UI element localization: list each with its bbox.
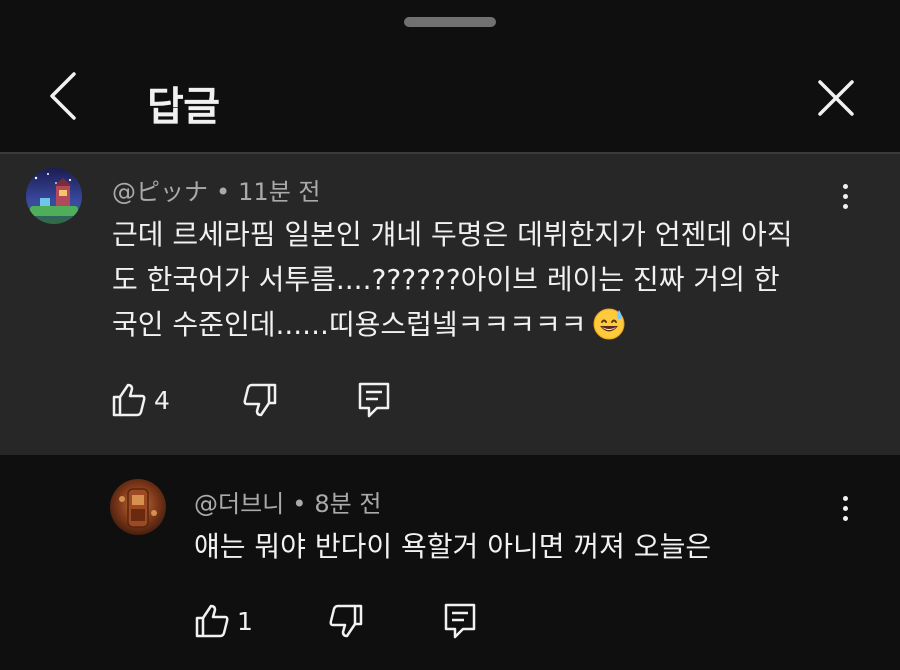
replies-sheet: 답글 @ピッナ • 11분 전 근데 르세라핌 일본인 걔네 두명은 데뷔한지가… (0, 0, 900, 670)
reply-avatar[interactable] (110, 479, 166, 535)
thumbs-up-icon (112, 383, 146, 417)
grinning-face-with-sweat-emoji (593, 308, 625, 340)
avatar[interactable] (26, 168, 82, 224)
comment-time: 11분 전 (238, 178, 321, 206)
comment-line: 근데 르세라핌 일본인 걔네 두명은 데뷔한지가 언젠데 아직 (112, 218, 793, 251)
avatar-image (110, 479, 166, 535)
reply-time: 8분 전 (314, 490, 382, 518)
reply-comment-icon (444, 603, 476, 639)
comment-line: 도 한국어가 서투름....??????아이브 레이는 진짜 거의 한 (112, 263, 780, 296)
reply-reply-button[interactable] (443, 602, 477, 640)
reply-actions: 1 (193, 599, 477, 643)
close-button[interactable] (808, 70, 864, 126)
more-dot (842, 495, 848, 501)
replies-header: 답글 (0, 50, 900, 150)
comment-line-with-emoji: 국인 수준인데......띠용스럽넼ㅋㅋㅋㅋㅋ (112, 302, 872, 347)
thumbs-up-icon (195, 604, 229, 638)
reply-more-options-button[interactable] (833, 488, 857, 528)
more-dot (842, 203, 848, 209)
more-dot (842, 193, 848, 199)
reply-body: 얘는 뭐야 반다이 욕할거 아니면 꺼져 오늘은 (194, 530, 712, 563)
reply-like-button[interactable]: 1 (193, 602, 253, 640)
comment-meta: @ピッナ • 11분 전 (112, 172, 320, 207)
meta-separator: • (292, 490, 307, 518)
comment-line: 국인 수준인데......띠용스럽넼ㅋㅋㅋㅋㅋ (112, 308, 587, 341)
more-dot (842, 505, 848, 511)
reply-like-count: 1 (237, 606, 253, 636)
parent-comment: @ピッナ • 11분 전 근데 르세라핌 일본인 걔네 두명은 데뷔한지가 언젠데 … (0, 152, 900, 455)
like-button[interactable]: 4 (110, 381, 170, 419)
reply-button[interactable] (357, 381, 391, 419)
more-options-button[interactable] (833, 176, 857, 216)
reply-dislike-button[interactable] (327, 602, 365, 640)
reply-meta: @더브니 • 8분 전 (194, 484, 381, 519)
more-dot (842, 183, 848, 189)
meta-separator: • (216, 178, 231, 206)
comment-handle[interactable]: @ピッナ (112, 178, 208, 206)
back-button[interactable] (36, 68, 92, 124)
drag-handle[interactable] (404, 17, 496, 27)
avatar-image (26, 168, 82, 224)
thumbs-down-icon (243, 383, 277, 417)
page-title: 답글 (147, 84, 220, 130)
comment-body: 근데 르세라핌 일본인 걔네 두명은 데뷔한지가 언젠데 아직 도 한국어가 서… (112, 212, 872, 347)
thumbs-down-icon (329, 604, 363, 638)
reply-comment-icon (358, 382, 390, 418)
comment-actions: 4 (110, 378, 391, 422)
close-icon (818, 80, 854, 116)
reply-handle[interactable]: @더브니 (194, 490, 284, 518)
more-dot (842, 515, 848, 521)
chevron-left-icon (50, 72, 76, 120)
like-count: 4 (154, 385, 170, 415)
dislike-button[interactable] (241, 381, 279, 419)
